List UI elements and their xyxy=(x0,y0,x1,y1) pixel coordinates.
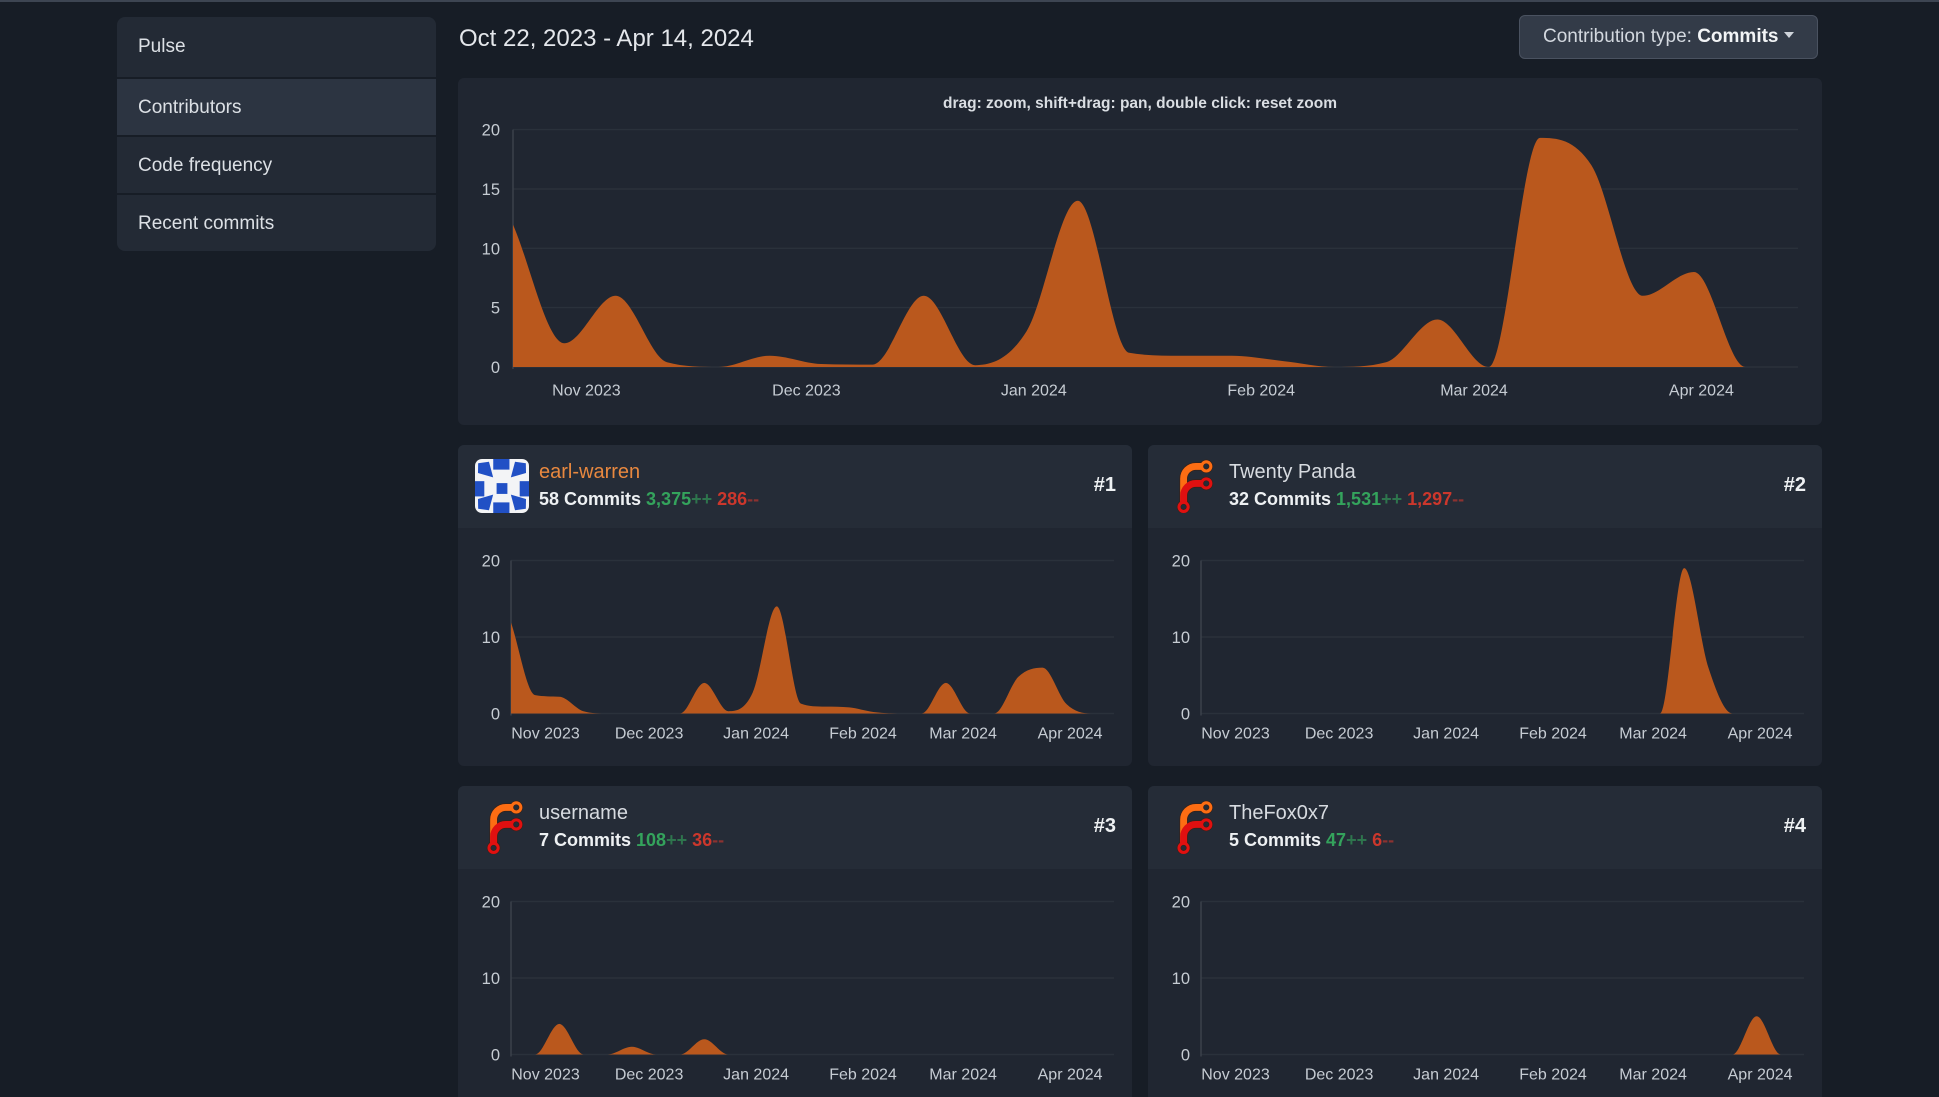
svg-text:Jan 2024: Jan 2024 xyxy=(1413,726,1479,743)
svg-text:Mar 2024: Mar 2024 xyxy=(1619,1067,1687,1084)
svg-text:20: 20 xyxy=(482,553,500,571)
svg-text:Jan 2024: Jan 2024 xyxy=(723,726,789,743)
svg-text:Mar 2024: Mar 2024 xyxy=(929,726,997,743)
svg-text:Feb 2024: Feb 2024 xyxy=(829,1067,897,1084)
svg-text:15: 15 xyxy=(482,181,500,199)
svg-text:10: 10 xyxy=(482,970,500,988)
svg-text:20: 20 xyxy=(1172,894,1190,912)
svg-text:Nov 2023: Nov 2023 xyxy=(552,383,621,400)
svg-text:0: 0 xyxy=(1181,1047,1190,1065)
svg-text:Mar 2024: Mar 2024 xyxy=(1440,383,1508,400)
svg-text:10: 10 xyxy=(1172,970,1190,988)
svg-text:10: 10 xyxy=(1172,629,1190,647)
svg-text:Dec 2023: Dec 2023 xyxy=(615,1067,684,1084)
svg-text:10: 10 xyxy=(482,240,500,258)
svg-text:Jan 2024: Jan 2024 xyxy=(1001,383,1067,400)
svg-text:Nov 2023: Nov 2023 xyxy=(1201,726,1270,743)
svg-text:Jan 2024: Jan 2024 xyxy=(1413,1067,1479,1084)
svg-text:Jan 2024: Jan 2024 xyxy=(723,1067,789,1084)
svg-text:Apr 2024: Apr 2024 xyxy=(1669,383,1734,400)
svg-text:Apr 2024: Apr 2024 xyxy=(1038,726,1103,743)
svg-text:Apr 2024: Apr 2024 xyxy=(1728,726,1793,743)
svg-text:Nov 2023: Nov 2023 xyxy=(1201,1067,1270,1084)
svg-text:Mar 2024: Mar 2024 xyxy=(1619,726,1687,743)
svg-text:Dec 2023: Dec 2023 xyxy=(1305,726,1374,743)
svg-text:10: 10 xyxy=(482,629,500,647)
svg-text:Feb 2024: Feb 2024 xyxy=(829,726,897,743)
svg-text:Dec 2023: Dec 2023 xyxy=(772,383,841,400)
svg-text:Feb 2024: Feb 2024 xyxy=(1519,1067,1587,1084)
svg-text:Dec 2023: Dec 2023 xyxy=(1305,1067,1374,1084)
svg-text:5: 5 xyxy=(491,300,500,318)
svg-text:Apr 2024: Apr 2024 xyxy=(1038,1067,1103,1084)
svg-text:0: 0 xyxy=(491,1047,500,1065)
svg-text:Apr 2024: Apr 2024 xyxy=(1728,1067,1793,1084)
svg-text:20: 20 xyxy=(482,122,500,140)
svg-text:0: 0 xyxy=(1181,706,1190,724)
svg-text:Mar 2024: Mar 2024 xyxy=(929,1067,997,1084)
svg-text:20: 20 xyxy=(1172,553,1190,571)
svg-text:Feb 2024: Feb 2024 xyxy=(1519,726,1587,743)
svg-text:Feb 2024: Feb 2024 xyxy=(1227,383,1295,400)
svg-text:0: 0 xyxy=(491,359,500,377)
svg-text:Nov 2023: Nov 2023 xyxy=(511,726,580,743)
svg-text:Dec 2023: Dec 2023 xyxy=(615,726,684,743)
svg-text:20: 20 xyxy=(482,894,500,912)
svg-text:0: 0 xyxy=(491,706,500,724)
svg-text:Nov 2023: Nov 2023 xyxy=(511,1067,580,1084)
